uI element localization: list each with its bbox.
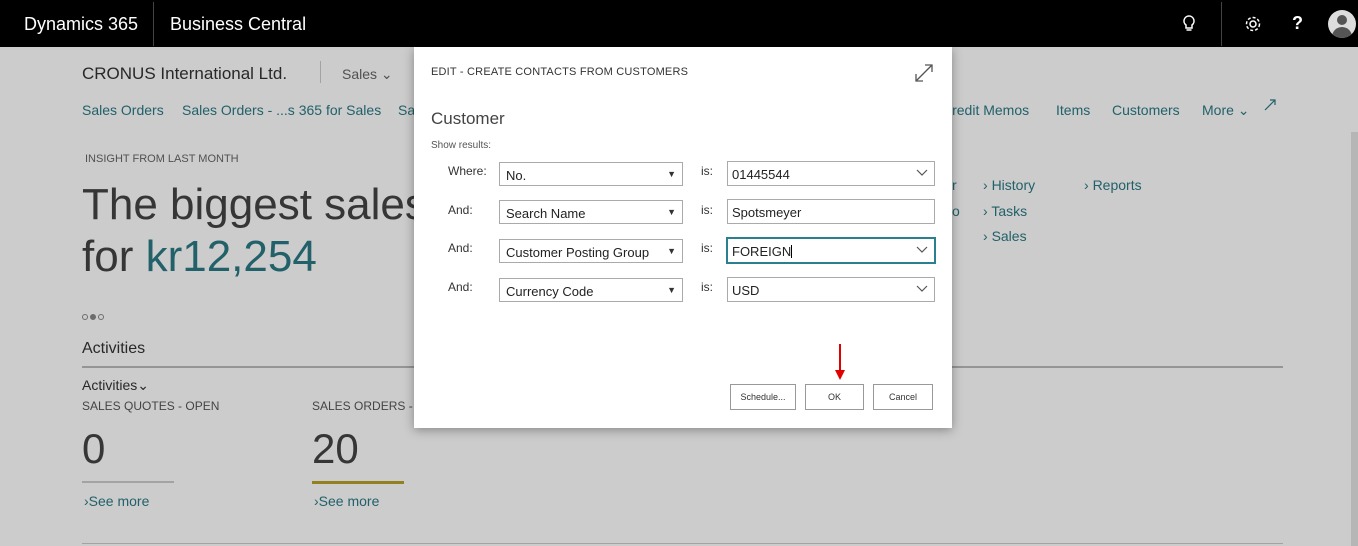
filter-field-value: Search Name [506,206,586,221]
is-label: is: [701,241,713,255]
filter-value-input[interactable]: USD [727,277,935,302]
chevron-down-icon[interactable] [916,166,928,178]
gear-icon[interactable] [1244,15,1262,33]
product-brand[interactable]: Dynamics 365 [24,14,138,35]
filter-value-input[interactable]: 01445544 [727,161,935,186]
filter-value-text: Spotsmeyer [732,205,802,220]
filter-field-select[interactable]: Customer Posting Group ▼ [499,239,683,263]
show-results-label: Show results: [431,140,492,151]
filter-field-value: No. [506,168,527,183]
filter-row-label: Where: [448,164,487,178]
app-name[interactable]: Business Central [170,14,306,35]
filter-row-label: And: [448,241,473,255]
is-label: is: [701,280,713,294]
filter-value-text: FOREIGN [732,244,792,259]
chevron-down-icon[interactable] [916,243,928,255]
annotation-arrow-icon [835,344,845,380]
avatar-body [1332,27,1352,38]
filter-field-value: Customer Posting Group [506,245,650,260]
topbar-divider [1221,2,1222,46]
expand-icon[interactable] [913,62,935,84]
is-label: is: [701,164,713,178]
filter-value-input[interactable]: Spotsmeyer [727,199,935,224]
filter-field-select[interactable]: Currency Code ▼ [499,278,683,302]
dialog-title: EDIT - CREATE CONTACTS FROM CUSTOMERS [431,66,689,78]
avatar-head [1337,15,1347,25]
ok-button[interactable]: OK [805,384,864,410]
section-title: Customer [431,109,505,128]
filter-field-select[interactable]: No. ▼ [499,162,683,186]
avatar[interactable] [1328,10,1356,38]
filter-row-label: And: [448,280,473,294]
filter-value-text: 01445544 [732,167,790,182]
dropdown-arrow-icon: ▼ [667,207,676,217]
filter-row-label: And: [448,203,473,217]
cancel-button[interactable]: Cancel [873,384,933,410]
is-label: is: [701,203,713,217]
filter-field-value: Currency Code [506,284,594,299]
lightbulb-icon[interactable] [1181,14,1197,34]
chevron-down-icon[interactable] [916,282,928,294]
dropdown-arrow-icon: ▼ [667,285,676,295]
topbar-divider [153,2,154,46]
top-bar: Dynamics 365 Business Central ? [0,0,1358,47]
dropdown-arrow-icon: ▼ [667,169,676,179]
filter-dialog: EDIT - CREATE CONTACTS FROM CUSTOMERS Cu… [414,47,952,428]
filter-value-input-focused[interactable]: FOREIGN [727,238,935,263]
filter-field-select[interactable]: Search Name ▼ [499,200,683,224]
help-icon[interactable]: ? [1292,13,1303,34]
text-cursor [791,245,793,258]
filter-value-text: USD [732,283,760,298]
schedule-button[interactable]: Schedule... [730,384,796,410]
dropdown-arrow-icon: ▼ [667,246,676,256]
